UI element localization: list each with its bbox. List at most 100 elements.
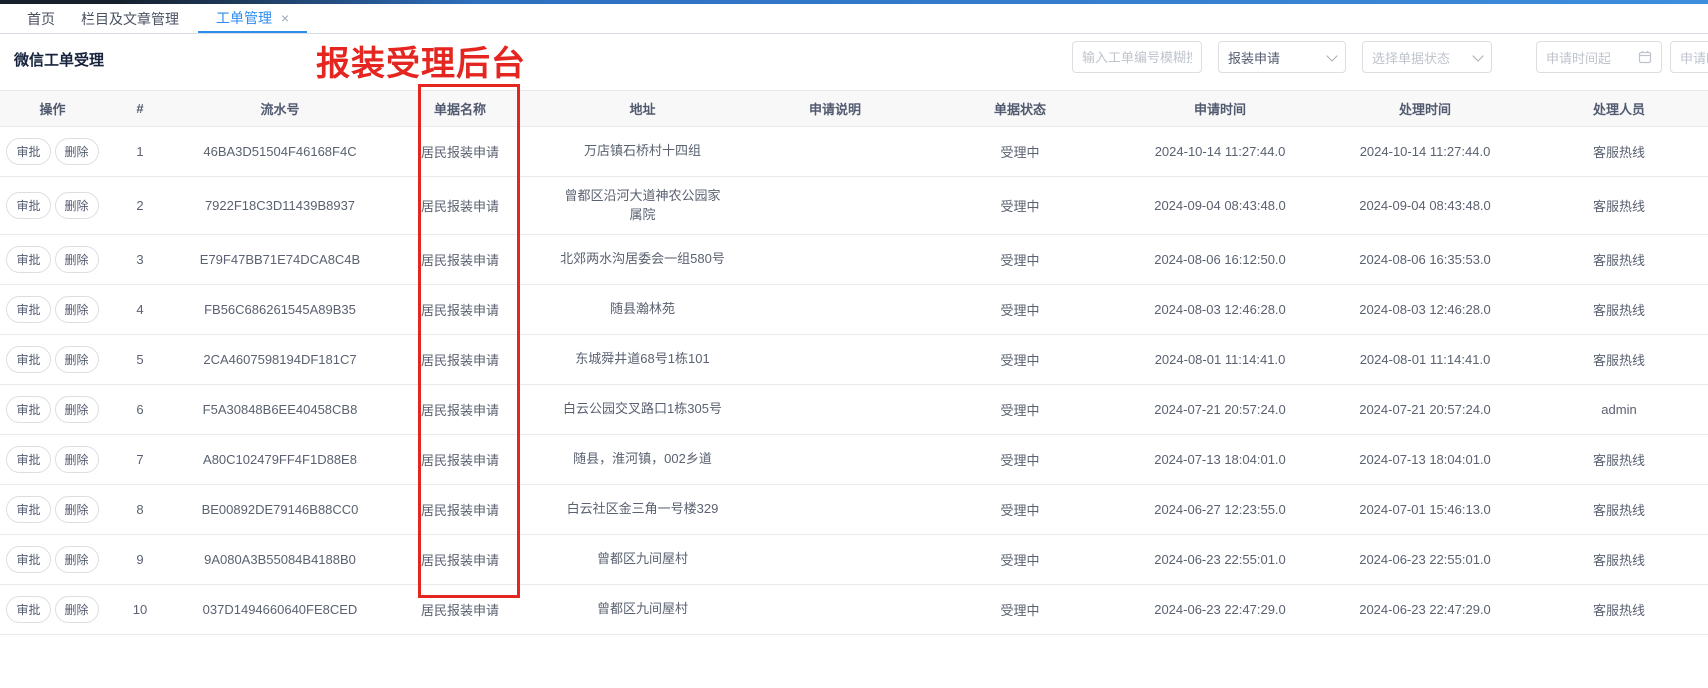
row-actions: 审批删除 [0, 285, 105, 335]
document-status: 受理中 [920, 235, 1120, 285]
handler: 客服热线 [1530, 127, 1708, 177]
document-name: 居民报装申请 [385, 127, 535, 177]
apply-time-start-placeholder: 申请时间起 [1546, 48, 1611, 67]
document-name: 居民报装申请 [385, 235, 535, 285]
tab-bar: 首页 栏目及文章管理 工单管理 × [0, 4, 1708, 34]
approve-button[interactable]: 审批 [6, 396, 50, 423]
document-name: 居民报装申请 [385, 177, 535, 235]
approve-button[interactable]: 审批 [6, 138, 50, 165]
apply-description [750, 485, 920, 535]
approve-button[interactable]: 审批 [6, 546, 50, 573]
apply-time-start-datepicker[interactable]: 申请时间起 [1536, 41, 1662, 73]
apply-time: 2024-08-01 11:14:41.0 [1120, 335, 1320, 385]
address: 曾都区九间屋村 [535, 585, 750, 635]
table-row: 审批删除27922F18C3D11439B8937居民报装申请曾都区沿河大道神农… [0, 177, 1708, 235]
table-row: 审批删除3E79F47BB71E74DCA8C4B居民报装申请北郊两水沟居委会一… [0, 235, 1708, 285]
approve-button[interactable]: 审批 [6, 446, 50, 473]
work-order-table: 操作#流水号单据名称地址申请说明单据状态申请时间处理时间处理人员 审批删除146… [0, 90, 1708, 635]
delete-button[interactable]: 删除 [55, 546, 99, 573]
handle-time: 2024-08-06 16:35:53.0 [1320, 235, 1530, 285]
document-type-select[interactable]: 报装申请 [1218, 41, 1346, 73]
delete-button[interactable]: 删除 [55, 296, 99, 323]
apply-time: 2024-06-27 12:23:55.0 [1120, 485, 1320, 535]
delete-button[interactable]: 删除 [55, 138, 99, 165]
row-actions: 审批删除 [0, 585, 105, 635]
apply-description [750, 335, 920, 385]
delete-button[interactable]: 删除 [55, 596, 99, 623]
row-actions: 审批删除 [0, 235, 105, 285]
tab-work-order[interactable]: 工单管理 × [198, 5, 307, 33]
delete-button[interactable]: 删除 [55, 446, 99, 473]
column-header: # [105, 91, 175, 127]
column-header: 处理时间 [1320, 91, 1530, 127]
table-row: 审批删除146BA3D51504F46168F4C居民报装申请万店镇石桥村十四组… [0, 127, 1708, 177]
delete-button[interactable]: 删除 [55, 396, 99, 423]
document-name: 居民报装申请 [385, 585, 535, 635]
column-header: 流水号 [175, 91, 385, 127]
delete-button[interactable]: 删除 [55, 496, 99, 523]
approve-button[interactable]: 审批 [6, 192, 50, 219]
row-actions: 审批删除 [0, 535, 105, 585]
apply-time: 2024-06-23 22:55:01.0 [1120, 535, 1320, 585]
column-header: 单据状态 [920, 91, 1120, 127]
approve-button[interactable]: 审批 [6, 496, 50, 523]
approve-button[interactable]: 审批 [6, 346, 50, 373]
row-index: 6 [105, 385, 175, 435]
handle-time: 2024-09-04 08:43:48.0 [1320, 177, 1530, 235]
delete-button[interactable]: 删除 [55, 246, 99, 273]
table-row: 审批删除4FB56C686261545A89B35居民报装申请随县瀚林苑受理中2… [0, 285, 1708, 335]
document-status-select-placeholder: 选择单据状态 [1372, 48, 1450, 67]
order-number-search-input[interactable] [1072, 41, 1202, 73]
table-row: 审批删除6F5A30848B6EE40458CB8居民报装申请白云公园交叉路口1… [0, 385, 1708, 435]
approve-button[interactable]: 审批 [6, 596, 50, 623]
table-row: 审批删除99A080A3B55084B4188B0居民报装申请曾都区九间屋村受理… [0, 535, 1708, 585]
handler: 客服热线 [1530, 585, 1708, 635]
row-index: 3 [105, 235, 175, 285]
serial-number: F5A30848B6EE40458CB8 [175, 385, 385, 435]
delete-button[interactable]: 删除 [55, 346, 99, 373]
work-order-admin-page: { "colors": { "accent": "#2d8cf0", "anno… [0, 0, 1708, 688]
handle-time: 2024-10-14 11:27:44.0 [1320, 127, 1530, 177]
document-name: 居民报装申请 [385, 335, 535, 385]
handler: 客服热线 [1530, 535, 1708, 585]
apply-description [750, 435, 920, 485]
handler: 客服热线 [1530, 235, 1708, 285]
tab-home[interactable]: 首页 [27, 5, 55, 33]
handle-time: 2024-06-23 22:47:29.0 [1320, 585, 1530, 635]
row-actions: 审批删除 [0, 485, 105, 535]
document-name: 居民报装申请 [385, 485, 535, 535]
handle-time: 2024-06-23 22:55:01.0 [1320, 535, 1530, 585]
apply-time-end-placeholder: 申请时间止 [1680, 48, 1708, 67]
table-row: 审批删除8BE00892DE79146B88CC0居民报装申请白云社区金三角一号… [0, 485, 1708, 535]
table-row: 审批删除10037D1494660640FE8CED居民报装申请曾都区九间屋村受… [0, 585, 1708, 635]
tab-article-management[interactable]: 栏目及文章管理 [81, 5, 179, 33]
apply-description [750, 285, 920, 335]
apply-time-end-datepicker[interactable]: 申请时间止 [1670, 41, 1708, 73]
close-icon[interactable]: × [281, 11, 289, 25]
document-name: 居民报装申请 [385, 285, 535, 335]
address: 东城舜井道68号1栋101 [535, 335, 750, 385]
row-index: 4 [105, 285, 175, 335]
apply-time: 2024-07-21 20:57:24.0 [1120, 385, 1320, 435]
row-index: 7 [105, 435, 175, 485]
document-name: 居民报装申请 [385, 535, 535, 585]
document-status: 受理中 [920, 177, 1120, 235]
row-index: 10 [105, 585, 175, 635]
apply-time: 2024-10-14 11:27:44.0 [1120, 127, 1320, 177]
apply-description [750, 177, 920, 235]
annotation-text: 报装受理后台 [316, 36, 526, 85]
apply-description [750, 235, 920, 285]
approve-button[interactable]: 审批 [6, 246, 50, 273]
serial-number: BE00892DE79146B88CC0 [175, 485, 385, 535]
chevron-down-icon [1326, 50, 1337, 61]
apply-description [750, 127, 920, 177]
row-actions: 审批删除 [0, 177, 105, 235]
apply-time: 2024-08-06 16:12:50.0 [1120, 235, 1320, 285]
document-status: 受理中 [920, 335, 1120, 385]
document-status-select[interactable]: 选择单据状态 [1362, 41, 1492, 73]
tab-work-order-label: 工单管理 [216, 8, 272, 28]
delete-button[interactable]: 删除 [55, 192, 99, 219]
approve-button[interactable]: 审批 [6, 296, 50, 323]
column-header: 地址 [535, 91, 750, 127]
toolbar: 微信工单受理 报装申请 选择单据状态 申请时间起 申请时间止 [0, 34, 1708, 90]
